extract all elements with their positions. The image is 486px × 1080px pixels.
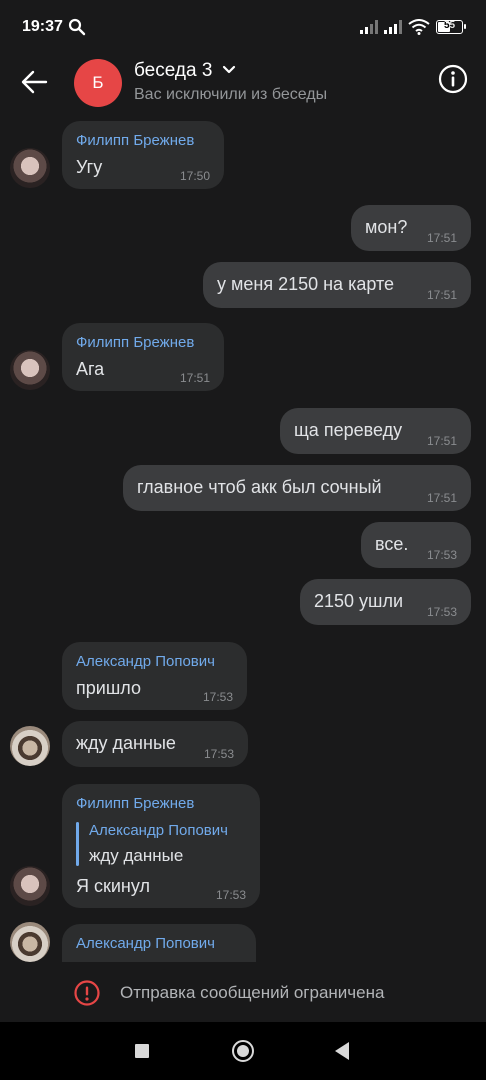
message-bubble-in[interactable]: Филипп Брежнев Угу 17:50	[62, 121, 224, 189]
message-text: Я скинул	[76, 876, 150, 896]
signal-icon-2	[384, 20, 402, 34]
avatar-alexandr[interactable]	[10, 726, 50, 766]
avatar-filipp[interactable]	[10, 350, 50, 390]
status-time: 19:37	[22, 18, 63, 35]
home-button[interactable]	[232, 1040, 254, 1062]
battery-icon: 55	[436, 20, 466, 34]
warning-icon	[74, 980, 100, 1006]
message-bubble-out[interactable]: ща переведу 17:51	[280, 408, 471, 454]
message-time: 17:53	[426, 548, 457, 562]
message-sender[interactable]: Александр Попович	[76, 935, 215, 952]
message-text: пришло	[76, 678, 141, 698]
message-text: жду данные	[76, 733, 176, 753]
recents-button[interactable]	[135, 1044, 149, 1058]
avatar-filipp[interactable]	[10, 866, 50, 906]
chat-avatar[interactable]: Б	[74, 59, 122, 107]
message-time: 17:51	[426, 288, 457, 302]
message-text: все.	[375, 534, 409, 554]
message-bubble-out[interactable]: мон? 17:51	[351, 205, 471, 251]
chevron-down-icon[interactable]	[222, 65, 236, 75]
message-text: у меня 2150 на карте	[217, 274, 395, 294]
message-text: 2150 ушли	[314, 591, 404, 611]
message-bubble-out[interactable]: все. 17:53	[361, 522, 471, 568]
message-time: 17:53	[426, 605, 457, 619]
info-icon[interactable]	[438, 64, 468, 94]
message-sender[interactable]: Филипп Брежнев	[76, 132, 194, 149]
wifi-icon	[408, 19, 430, 35]
message-sender[interactable]: Филипп Брежнев	[76, 795, 194, 812]
message-bubble-in[interactable]: Александр Попович пришло 17:53	[62, 642, 247, 710]
message-text: главное чтоб акк был сочный	[137, 477, 382, 497]
message-list[interactable]: Филипп Брежнев Угу 17:50 мон? 17:51 у ме…	[0, 114, 486, 962]
message-bubble-in[interactable]: жду данные 17:53	[62, 721, 248, 767]
message-bubble-out[interactable]: у меня 2150 на карте 17:51	[203, 262, 471, 308]
chat-title[interactable]: беседа 3	[134, 60, 212, 82]
message-text: ща переведу	[294, 420, 403, 440]
message-time: 17:50	[179, 169, 210, 183]
status-bar: 19:37 55	[0, 0, 486, 56]
message-time: 17:53	[215, 888, 246, 902]
message-time: 17:53	[202, 690, 233, 704]
avatar-alexandr[interactable]	[10, 922, 50, 962]
battery-level: 55	[443, 20, 456, 31]
message-time: 17:51	[426, 231, 457, 245]
message-text: мон?	[365, 217, 408, 237]
message-text: Угу	[76, 157, 103, 177]
restriction-banner: Отправка сообщений ограничена	[0, 962, 486, 1022]
chat-subtitle: Вас исключили из беседы	[134, 86, 328, 103]
reply-indicator	[76, 822, 79, 866]
chat-header: Б беседа 3 Вас исключили из беседы	[0, 56, 486, 108]
message-time: 17:51	[426, 491, 457, 505]
signal-icon	[360, 20, 378, 34]
message-bubble-in[interactable]: Филипп Брежнев Ага 17:51	[62, 323, 224, 391]
back-arrow-icon[interactable]	[20, 68, 50, 96]
restriction-text: Отправка сообщений ограничена	[120, 983, 385, 1002]
message-text: Ага	[76, 359, 105, 379]
message-time: 17:51	[426, 434, 457, 448]
message-bubble-out[interactable]: 2150 ушли 17:53	[300, 579, 471, 625]
message-sender[interactable]: Филипп Брежнев	[76, 334, 194, 351]
avatar-filipp[interactable]	[10, 148, 50, 188]
system-nav-bar	[0, 1022, 486, 1080]
system-back-button[interactable]	[335, 1042, 349, 1060]
message-time: 17:51	[179, 371, 210, 385]
message-time: 17:53	[203, 747, 234, 761]
reply-text[interactable]: жду данные	[89, 846, 183, 866]
message-bubble-out[interactable]: главное чтоб акк был сочный 17:51	[123, 465, 471, 511]
search-icon	[68, 18, 86, 36]
reply-sender[interactable]: Александр Попович	[89, 822, 228, 839]
message-bubble-in[interactable]: Александр Попович	[62, 924, 256, 962]
message-sender[interactable]: Александр Попович	[76, 653, 215, 670]
message-bubble-in[interactable]: Филипп Брежнев Александр Попович жду дан…	[62, 784, 260, 908]
